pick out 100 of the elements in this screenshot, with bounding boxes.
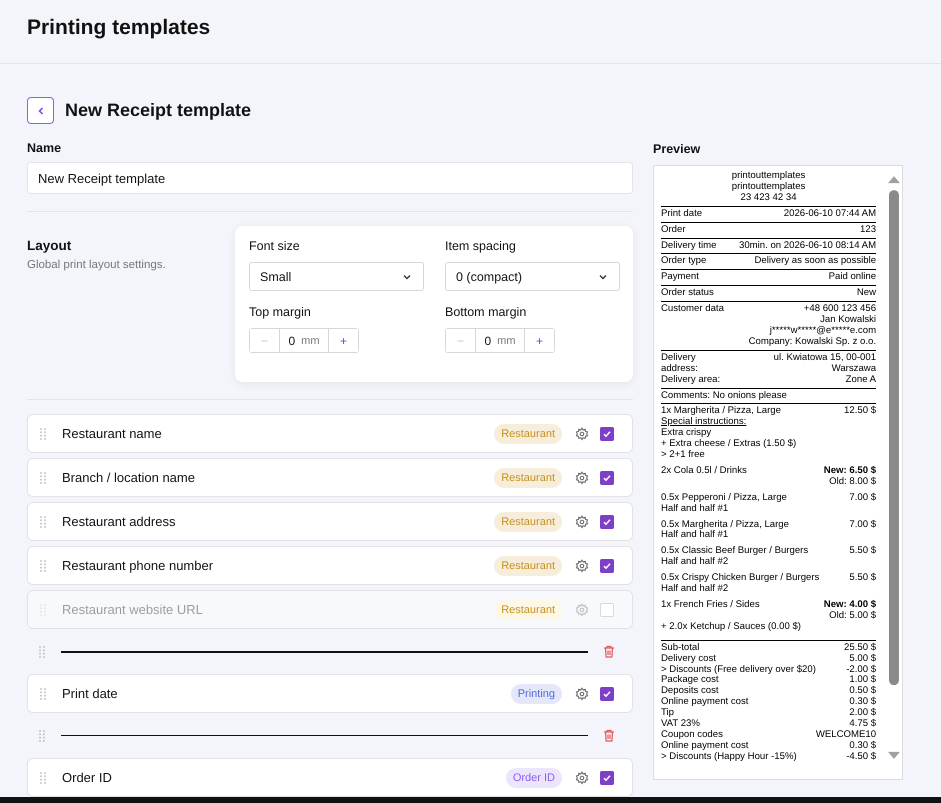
receipt-text: Online payment cost [661, 697, 748, 708]
receipt-value: 2026-06-10 07:44 AM [784, 208, 876, 220]
checkmark-icon [602, 772, 612, 782]
unit-label: mm [497, 334, 516, 346]
receipt-value: +48 600 123 456 [804, 304, 876, 315]
receipt-text: > 2+1 free [661, 450, 705, 461]
receipt-value: 2.00 $ [849, 708, 876, 718]
receipt-text: + 2.0x Ketchup / Sauces (0.00 $) [661, 622, 801, 633]
receipt-text: Sub-total [661, 642, 700, 654]
receipt-value: 5.00 $ [849, 654, 876, 664]
receipt-text: > Discounts (Happy Hour -15%) [661, 752, 797, 763]
receipt-value: j*****w*****@e*****e.com [770, 326, 876, 337]
checkbox[interactable] [600, 602, 614, 616]
receipt-text: 0.5x Crispy Chicken Burger / Burgers [661, 573, 820, 584]
chevron-left-icon [36, 106, 46, 116]
receipt-text: Delivery time [661, 240, 716, 252]
receipt-value: Paid online [828, 272, 876, 284]
receipt-value: 123 [860, 224, 876, 236]
receipt-value: -4.50 $ [846, 752, 876, 763]
checkbox[interactable] [600, 558, 614, 572]
receipt-text: > Discounts (Free delivery over $20) [661, 664, 816, 675]
receipt-text: Extra crispy [661, 428, 712, 439]
receipt-text: Customer data [661, 304, 724, 316]
receipt-value: New: 6.50 $ [824, 466, 876, 476]
receipt-value: -2.00 $ [846, 664, 876, 675]
checkbox[interactable] [600, 514, 614, 528]
receipt-text: Coupon codes [661, 730, 723, 741]
editor-title: New Receipt template [65, 100, 252, 121]
field-label: Item spacing [445, 239, 517, 253]
receipt-value: Old: 8.00 $ [829, 476, 876, 488]
category-tag: Restaurant [494, 600, 562, 620]
field-name: Restaurant website URL [62, 602, 204, 617]
receipt-value: Company: Kowalski Sp. z o.o. [748, 336, 876, 348]
field-label: Font size [249, 239, 301, 253]
receipt-text: Online payment cost [661, 740, 748, 752]
receipt-text: + Extra cheese / Extras (1.50 $) [661, 439, 796, 450]
receipt-text: Order [661, 224, 686, 236]
receipt-text: 1x French Fries / Sides [661, 600, 760, 611]
settings-icon[interactable] [575, 514, 589, 528]
receipt-text: 0.5x Classic Beef Burger / Burgers [661, 546, 808, 557]
checkbox[interactable] [600, 770, 614, 784]
receipt-text: 1x Margherita / Pizza, Large [661, 406, 781, 417]
receipt-value: Old: 5.00 $ [829, 610, 876, 622]
stepper-value[interactable]: 0 [484, 334, 492, 348]
name-field[interactable]: New Receipt template [27, 162, 633, 194]
receipt-value: 30min. on 2026-06-10 08:14 AM [738, 240, 876, 252]
select-field[interactable]: Small [249, 262, 424, 291]
receipt-value: Delivery as soon as possible [754, 256, 876, 268]
receipt-text: address: [661, 364, 698, 375]
category-tag: Restaurant [494, 424, 562, 444]
receipt-text: Tip [661, 708, 674, 719]
settings-icon[interactable] [575, 770, 589, 784]
field-name: Restaurant phone number [62, 558, 214, 573]
receipt-value: 4.75 $ [849, 719, 876, 730]
receipt-text: Delivery area: [661, 374, 720, 386]
category-tag: Restaurant [494, 556, 562, 576]
checkbox[interactable] [600, 426, 614, 440]
receipt-value: 7.00 $ [849, 492, 876, 504]
receipt-text: 23 423 42 34 [740, 192, 798, 204]
back-button[interactable] [27, 97, 54, 124]
receipt-value: WELCOME10 [816, 730, 876, 740]
field-name: Restaurant address [62, 514, 176, 529]
checkbox[interactable] [600, 686, 614, 700]
receipt-value: 12.50 $ [844, 406, 876, 418]
field-name: Restaurant name [62, 426, 163, 441]
receipt-text: Package cost [661, 675, 719, 686]
receipt-value: Jan Kowalski [820, 315, 876, 326]
receipt-value: 5.50 $ [849, 573, 876, 584]
field-name: Print date [62, 686, 119, 701]
select-field[interactable]: 0 (compact) [445, 262, 620, 291]
checkmark-icon [602, 428, 612, 438]
receipt-value: New: 4.00 $ [824, 600, 876, 610]
field-label: Name [27, 141, 62, 155]
settings-icon[interactable] [575, 558, 589, 572]
receipt-value: Warszawa [832, 364, 876, 375]
settings-icon[interactable] [575, 686, 589, 700]
delete-icon[interactable] [603, 729, 615, 742]
receipt-text: Half and half #2 [661, 557, 728, 568]
stepper-value[interactable]: 0 [288, 334, 296, 348]
preview-title: Preview [653, 142, 702, 156]
receipt-text: Delivery [661, 352, 696, 364]
checkmark-icon [602, 560, 612, 570]
receipt-value: 7.00 $ [849, 520, 876, 530]
checkbox[interactable] [600, 470, 614, 484]
field-name: Branch / location name [62, 470, 196, 485]
field-label: Top margin [249, 305, 312, 319]
delete-icon[interactable] [603, 645, 615, 658]
field-label: Bottom margin [445, 305, 528, 319]
receipt-value: 5.50 $ [849, 546, 876, 558]
receipt-value: 0.50 $ [849, 686, 876, 696]
settings-icon[interactable] [575, 470, 589, 484]
receipt-value: ul. Kwiatowa 15, 00-001 [774, 352, 876, 364]
receipt-value: New [856, 288, 876, 300]
receipt-value: 0.30 $ [849, 697, 876, 708]
field-name: Order ID [62, 770, 113, 785]
receipt-text: printouttemplates [730, 182, 806, 193]
receipt-text: Payment [661, 272, 699, 284]
category-tag: Order ID [506, 768, 562, 788]
unit-label: mm [301, 334, 320, 346]
settings-icon[interactable] [575, 426, 589, 440]
